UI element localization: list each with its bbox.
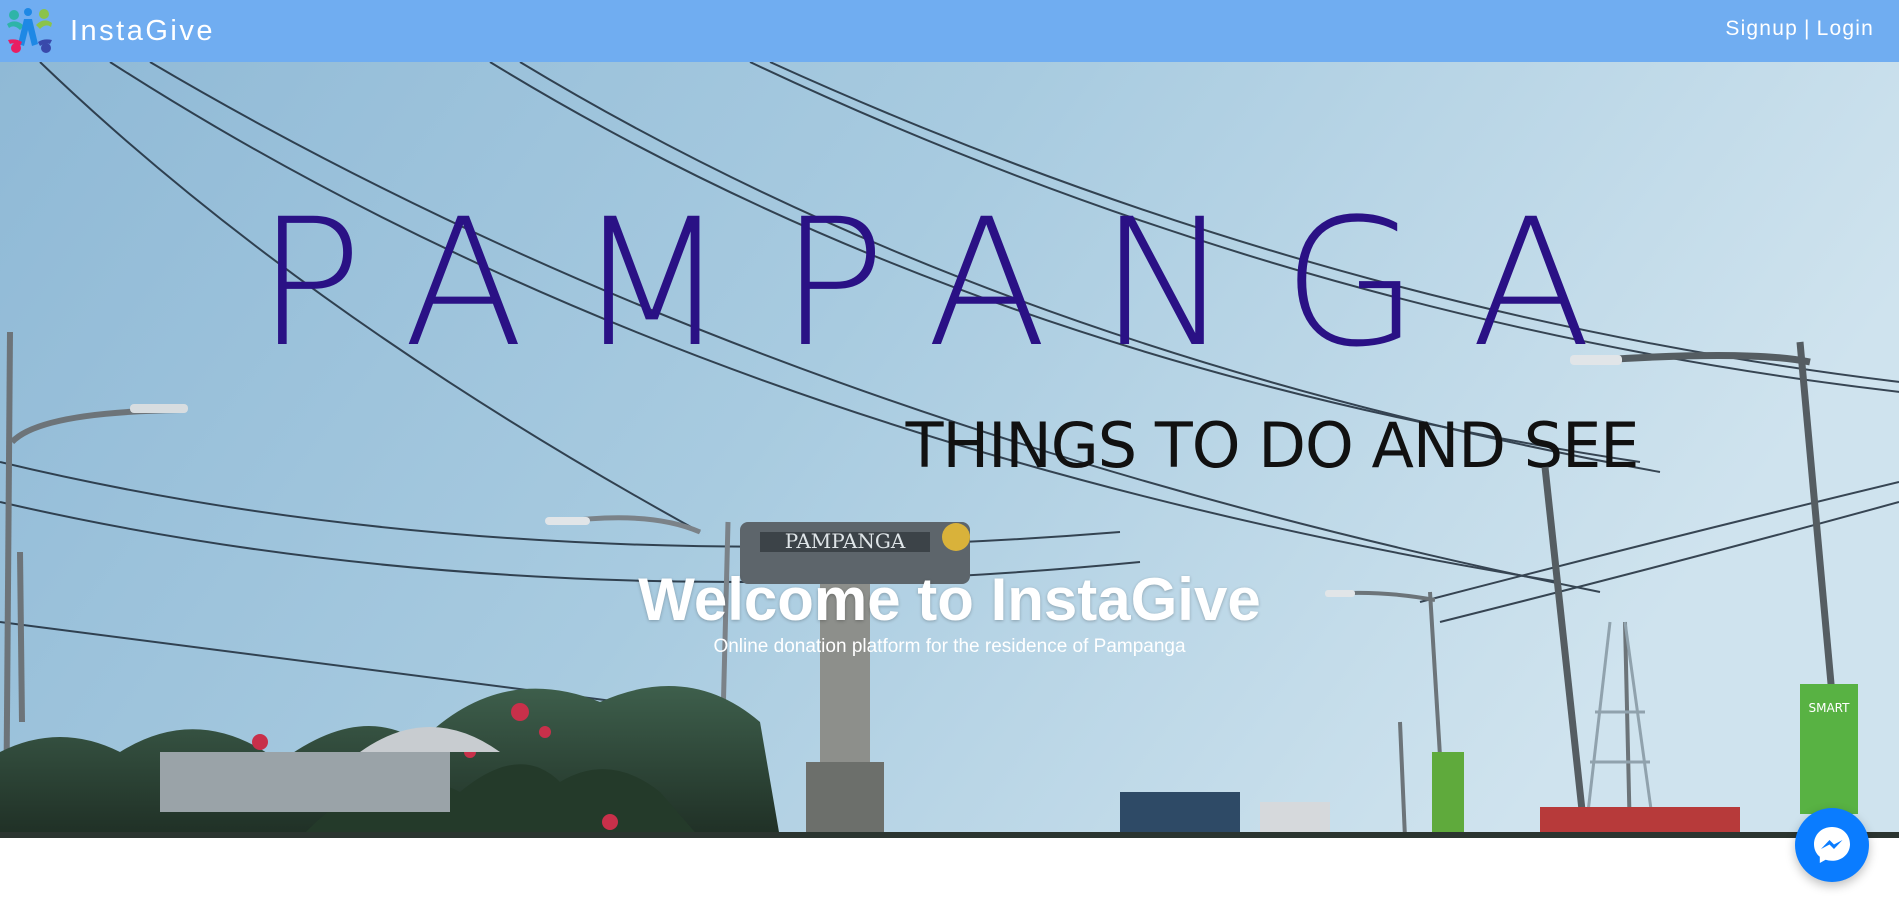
- hero-background-image: PAMPANGA THINGS TO DO AND SEE PAMPANGA S…: [0, 62, 1899, 838]
- hero-image-title-text: PAMPANGA: [257, 181, 1644, 386]
- signup-link[interactable]: Signup: [1725, 17, 1798, 41]
- hero-image-tagline-text: THINGS TO DO AND SEE: [905, 409, 1639, 482]
- login-link[interactable]: Login: [1817, 17, 1874, 41]
- instagive-logo-icon: [7, 8, 52, 53]
- navbar: InstaGive Signup | Login: [0, 0, 1899, 62]
- brand-name: InstaGive: [70, 14, 215, 47]
- messenger-icon: [1814, 827, 1850, 863]
- messenger-chat-button[interactable]: [1795, 808, 1869, 882]
- svg-text:SMART: SMART: [1809, 701, 1851, 715]
- svg-text:PAMPANGA: PAMPANGA: [785, 529, 906, 553]
- auth-links: Signup | Login: [1725, 17, 1874, 41]
- hero-banner: PAMPANGA THINGS TO DO AND SEE PAMPANGA S…: [0, 62, 1899, 838]
- hero-heading: Welcome to InstaGive: [638, 566, 1261, 633]
- hero-subheading: Online donation platform for the residen…: [713, 636, 1186, 657]
- brand-home-link[interactable]: InstaGive: [4, 4, 215, 58]
- auth-separator: |: [1803, 17, 1811, 40]
